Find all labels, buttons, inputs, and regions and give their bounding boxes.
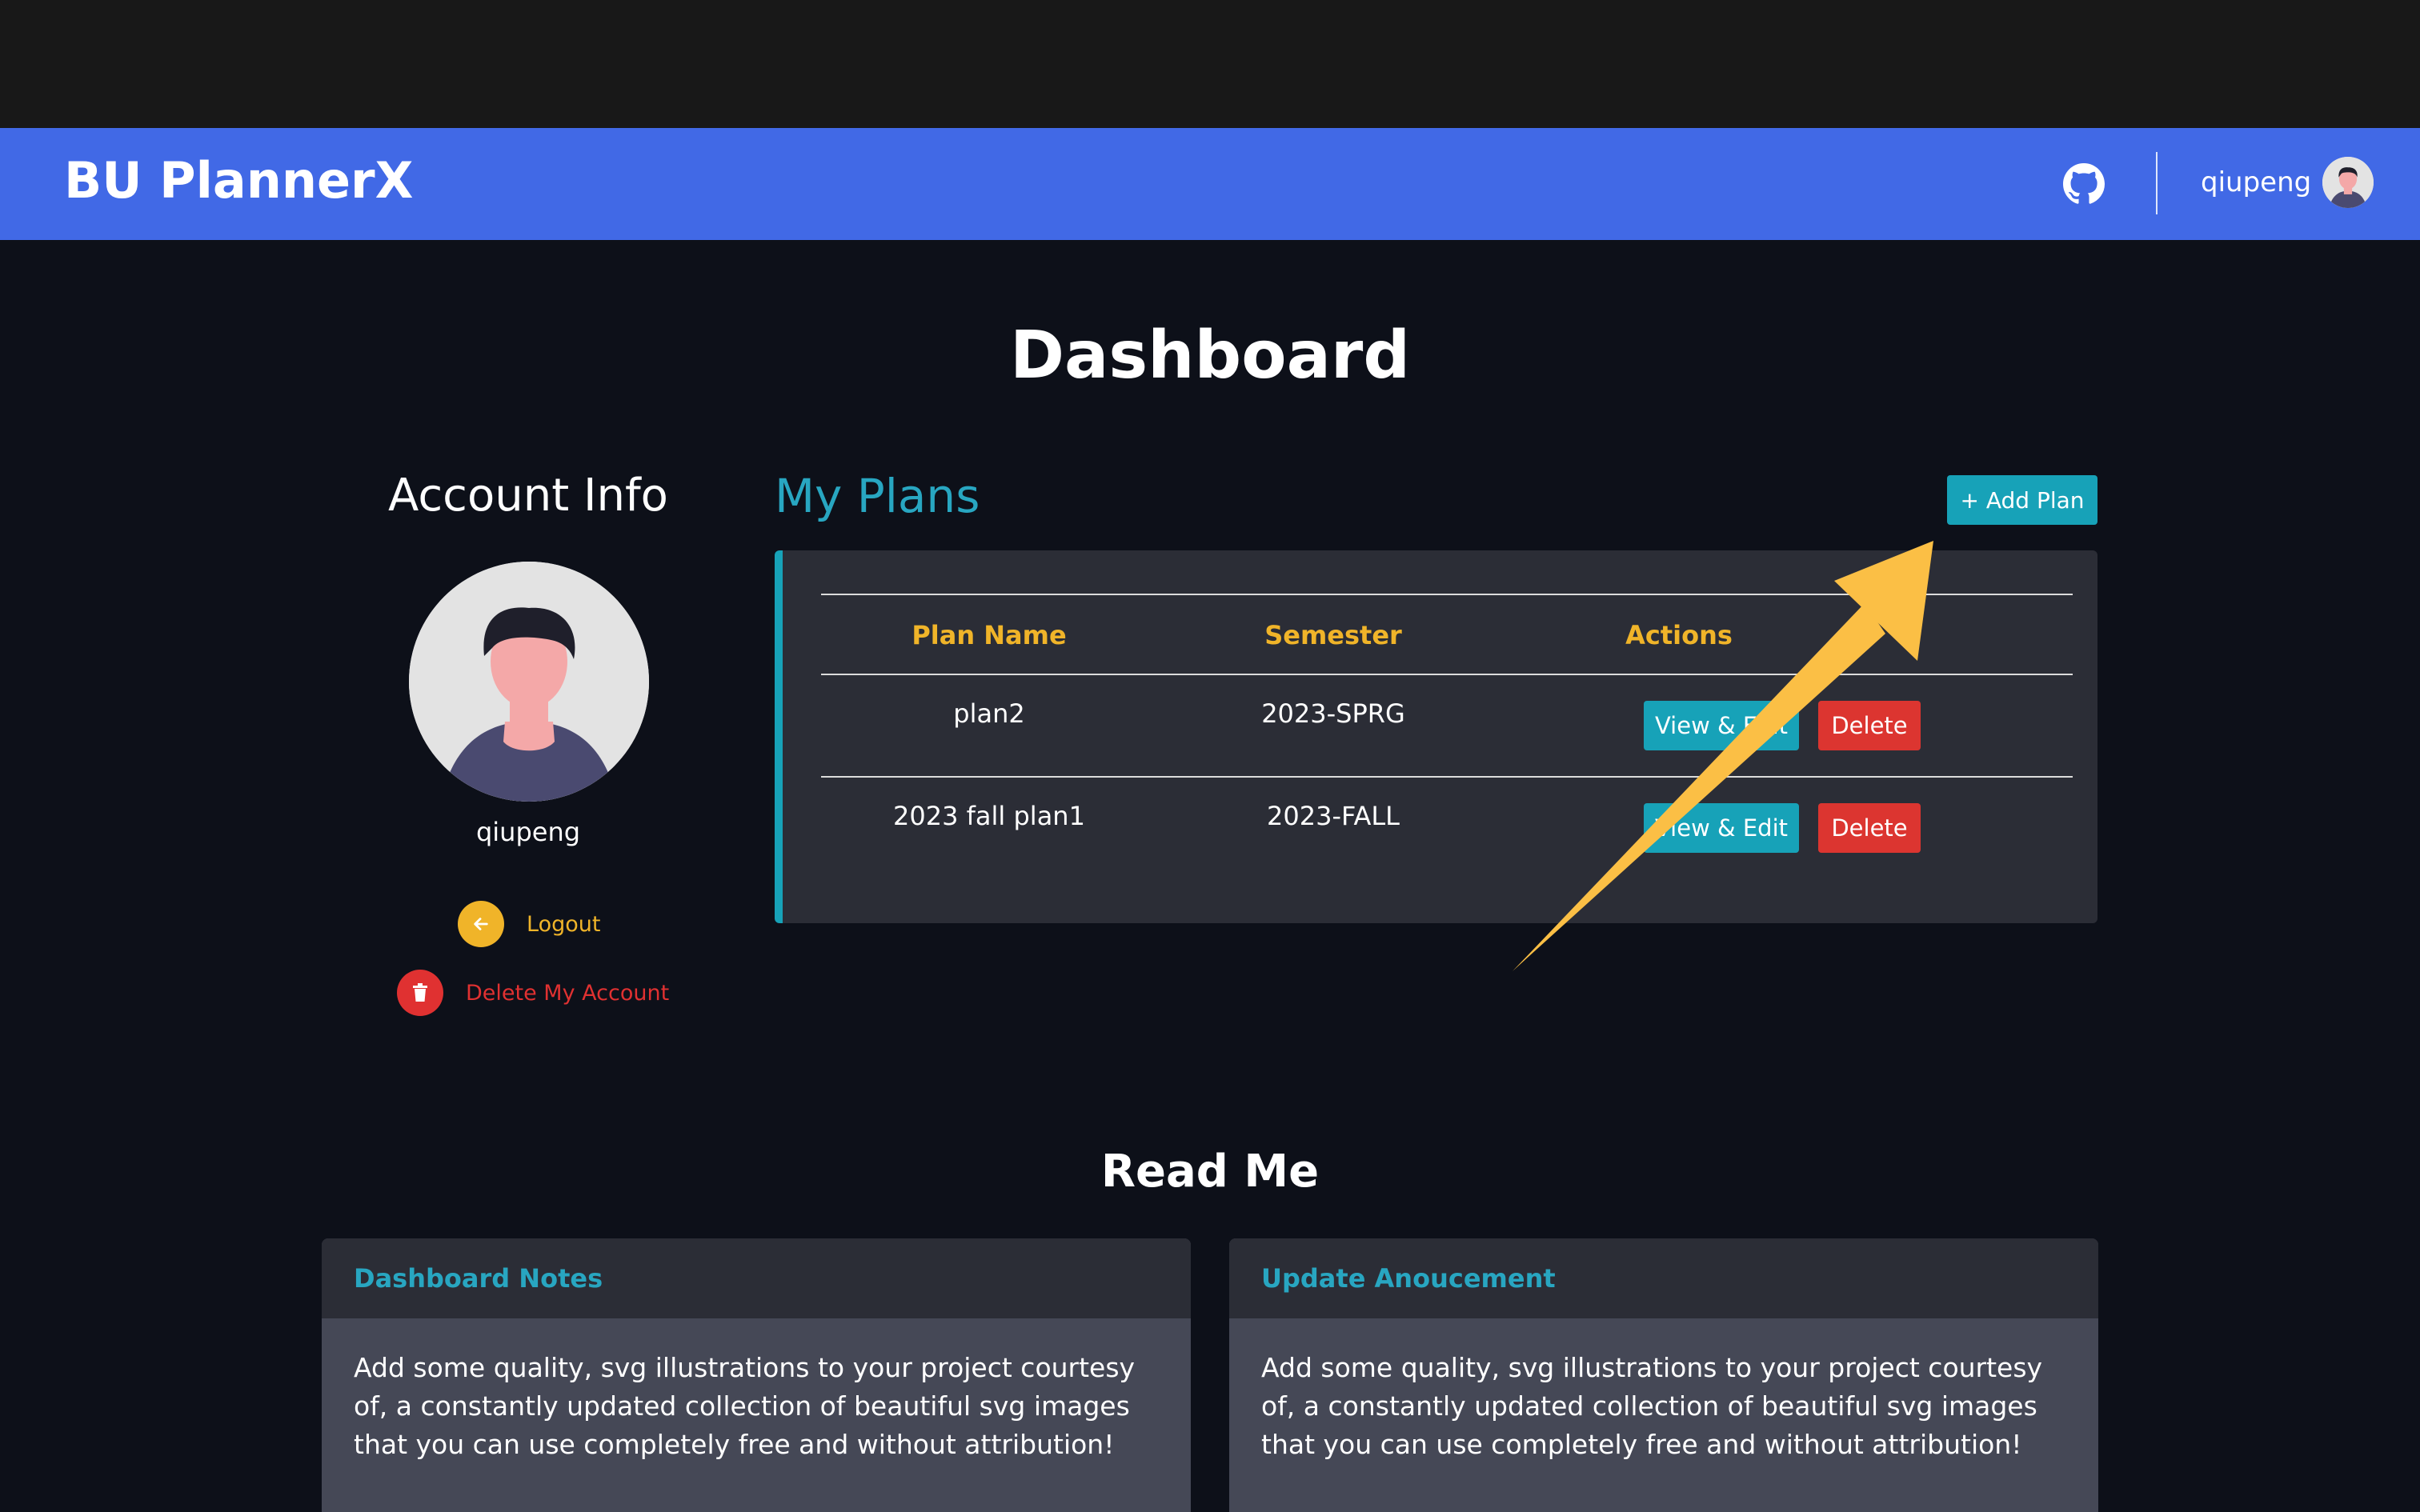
plan-name-cell: 2023 fall plan1 bbox=[893, 801, 1085, 831]
row-divider bbox=[821, 776, 2073, 778]
account-info-title: Account Info bbox=[388, 470, 668, 522]
card-title: Update Anoucement bbox=[1229, 1238, 2098, 1318]
dashboard-notes-card: Dashboard Notes Add some quality, svg il… bbox=[322, 1238, 1191, 1512]
table-header-divider bbox=[821, 674, 2073, 675]
browser-top-strip bbox=[0, 0, 2420, 128]
read-me-title: Read Me bbox=[1100, 1146, 1320, 1198]
delete-plan-button[interactable]: Delete bbox=[1818, 803, 1921, 853]
avatar bbox=[409, 562, 649, 802]
delete-account-label: Delete My Account bbox=[466, 980, 670, 1006]
semester-cell: 2023-SPRG bbox=[1261, 698, 1405, 729]
add-plan-button[interactable]: + Add Plan bbox=[1947, 475, 2097, 525]
nav-avatar[interactable] bbox=[2322, 157, 2374, 208]
user-avatar-icon bbox=[409, 562, 649, 802]
table-top-divider bbox=[821, 594, 2073, 595]
account-username: qiupeng bbox=[475, 817, 581, 847]
plan-name-cell: plan2 bbox=[953, 698, 1025, 729]
my-plans-title: My Plans bbox=[775, 469, 980, 523]
card-body: Add some quality, svg illustrations to y… bbox=[354, 1352, 1136, 1460]
github-icon[interactable] bbox=[2063, 163, 2105, 205]
brand-logo[interactable]: BU PlannerX bbox=[64, 149, 413, 213]
plans-table-card: Plan Name Semester Actions plan2 2023-SP… bbox=[775, 550, 2097, 923]
trash-icon bbox=[397, 970, 443, 1016]
logout-label: Logout bbox=[527, 911, 601, 937]
card-body: Add some quality, svg illustrations to y… bbox=[1261, 1352, 2043, 1460]
card-title: Dashboard Notes bbox=[322, 1238, 1191, 1318]
column-header-plan-name: Plan Name bbox=[912, 620, 1067, 650]
update-announcement-card: Update Anoucement Add some quality, svg … bbox=[1229, 1238, 2098, 1512]
view-edit-button[interactable]: View & Edit bbox=[1644, 701, 1799, 750]
user-avatar-icon bbox=[2322, 157, 2374, 208]
logout-button[interactable]: Logout bbox=[458, 901, 600, 947]
arrow-left-icon bbox=[458, 901, 504, 947]
delete-plan-button[interactable]: Delete bbox=[1818, 701, 1921, 750]
column-header-semester: Semester bbox=[1264, 620, 1402, 650]
view-edit-button[interactable]: View & Edit bbox=[1644, 803, 1799, 853]
page-title: Dashboard bbox=[1009, 318, 1411, 394]
delete-account-button[interactable]: Delete My Account bbox=[397, 970, 669, 1016]
nav-divider bbox=[2156, 152, 2158, 214]
column-header-actions: Actions bbox=[1625, 620, 1733, 650]
semester-cell: 2023-FALL bbox=[1267, 801, 1400, 831]
nav-username[interactable]: qiupeng bbox=[2201, 165, 2311, 200]
